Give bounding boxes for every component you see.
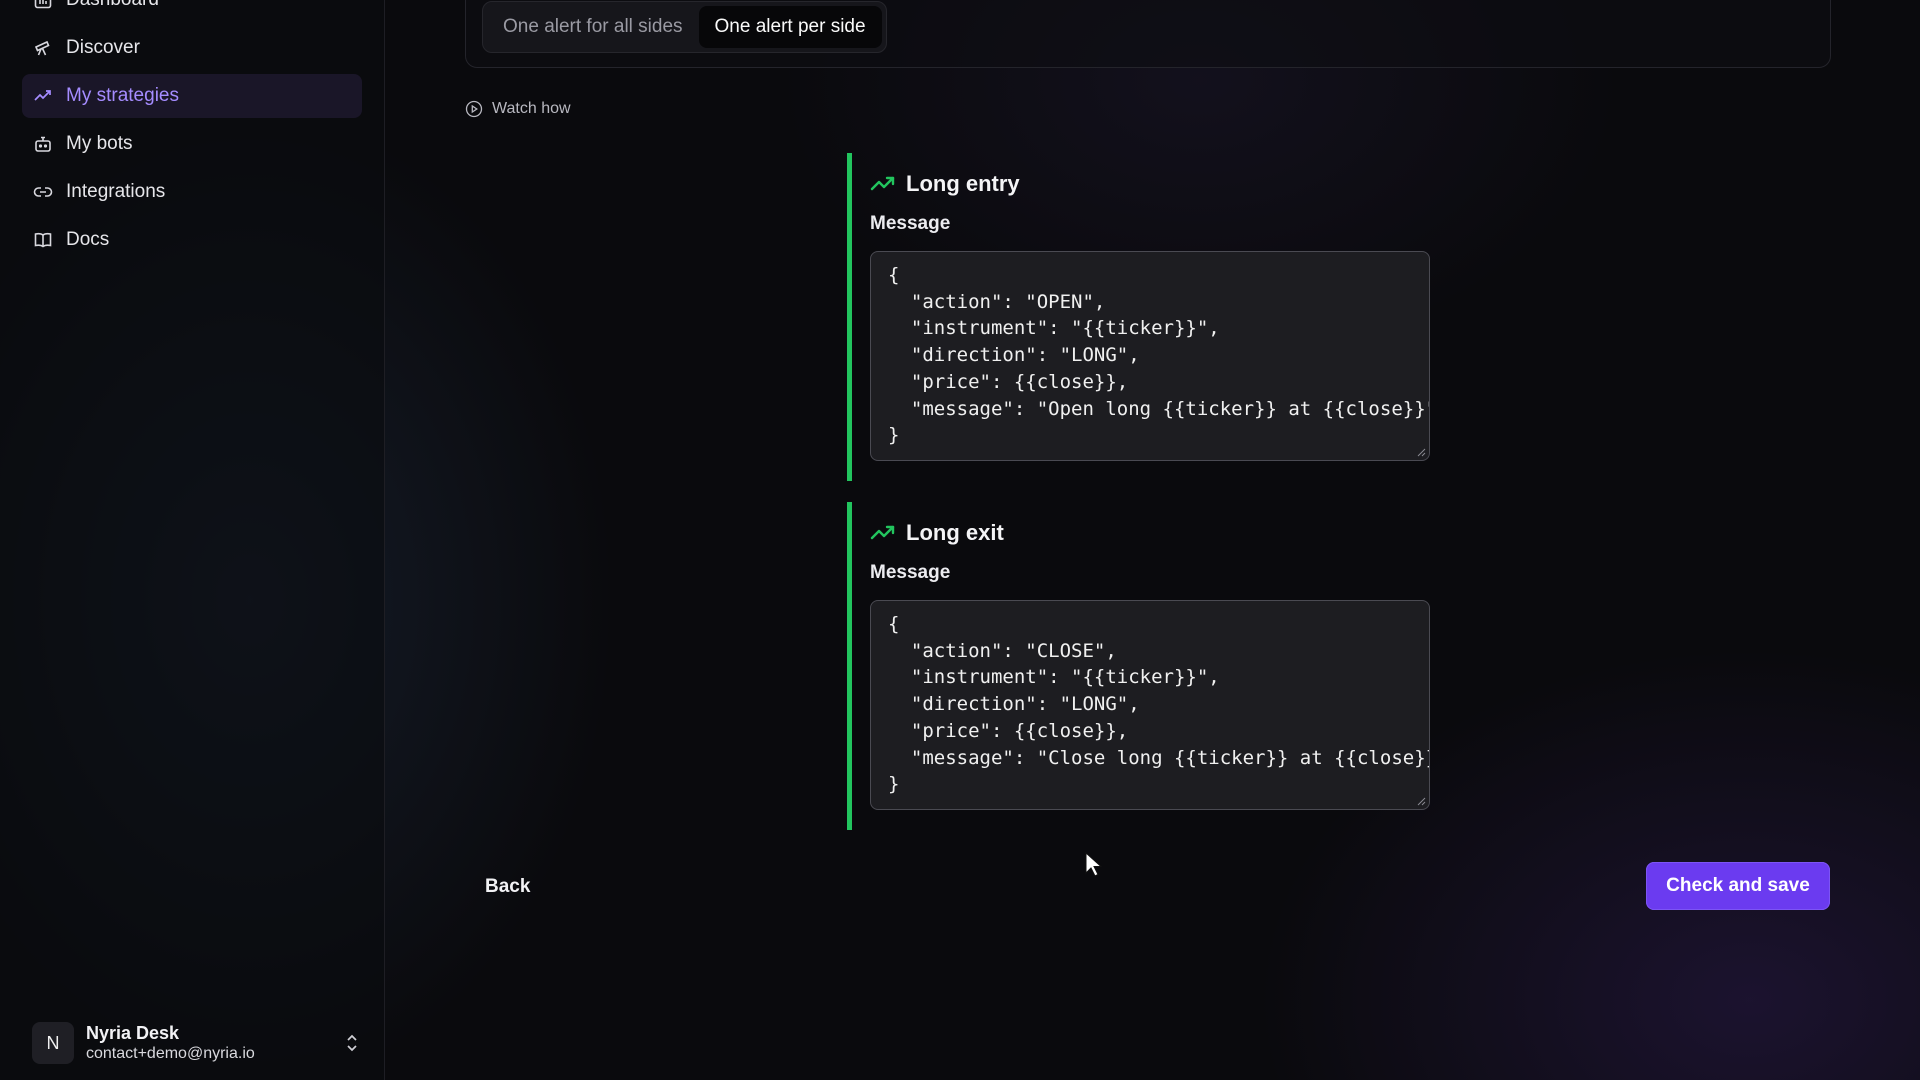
long-exit-block: Long exit Message { "action": "CLOSE", "…	[847, 502, 1450, 830]
main-content: One alert for all sides One alert per si…	[385, 0, 1920, 1080]
sidebar: Dashboard Discover My strategies My bots…	[0, 0, 385, 1080]
long-entry-block: Long entry Message { "action": "OPEN", "…	[847, 153, 1450, 481]
avatar: N	[32, 1022, 74, 1064]
sidebar-item-label: My strategies	[66, 85, 179, 106]
alert-mode-option-per-side[interactable]: One alert per side	[698, 6, 882, 48]
user-email: contact+demo@nyria.io	[86, 1045, 255, 1062]
bar-chart-icon	[32, 0, 54, 11]
sidebar-item-label: Dashboard	[66, 0, 159, 11]
chevrons-up-down-icon[interactable]	[342, 1031, 362, 1055]
resize-handle-icon[interactable]	[1416, 447, 1426, 457]
sidebar-item-label: Discover	[66, 37, 140, 58]
trending-up-icon	[870, 525, 895, 540]
trending-up-icon	[32, 85, 54, 107]
alert-mode-panel: One alert for all sides One alert per si…	[465, 0, 1831, 68]
message-label: Message	[870, 562, 951, 583]
sidebar-item-label: Docs	[66, 229, 110, 250]
resize-handle-icon[interactable]	[1416, 796, 1426, 806]
bot-icon	[32, 133, 54, 155]
user-name: Nyria Desk	[86, 1023, 180, 1043]
sidebar-item-label: Integrations	[66, 181, 166, 202]
sidebar-item-docs[interactable]: Docs	[22, 218, 362, 262]
link-icon	[32, 181, 54, 203]
block-title: Long exit	[906, 520, 1004, 545]
play-circle-icon	[465, 100, 483, 118]
mouse-cursor-icon	[1085, 852, 1103, 877]
watch-how-label: Watch how	[492, 100, 571, 117]
alert-mode-option-all-sides[interactable]: One alert for all sides	[487, 6, 699, 48]
alert-mode-toggle: One alert for all sides One alert per si…	[482, 1, 887, 53]
sidebar-item-my-bots[interactable]: My bots	[22, 122, 362, 166]
sidebar-nav: Dashboard Discover My strategies My bots…	[22, 0, 362, 266]
back-button[interactable]: Back	[485, 870, 530, 904]
telescope-icon	[32, 37, 54, 59]
watch-how-link[interactable]: Watch how	[465, 100, 571, 118]
sidebar-item-discover[interactable]: Discover	[22, 26, 362, 70]
user-account-switcher[interactable]: N Nyria Desk contact+demo@nyria.io	[32, 1021, 362, 1065]
message-textarea[interactable]: { "action": "OPEN", "instrument": "{{tic…	[870, 251, 1430, 461]
sidebar-item-my-strategies[interactable]: My strategies	[22, 74, 362, 118]
book-icon	[32, 229, 54, 251]
sidebar-item-dashboard[interactable]: Dashboard	[22, 0, 362, 22]
sidebar-item-label: My bots	[66, 133, 133, 154]
sidebar-item-integrations[interactable]: Integrations	[22, 170, 362, 214]
check-and-save-button[interactable]: Check and save	[1646, 862, 1830, 910]
message-textarea[interactable]: { "action": "CLOSE", "instrument": "{{ti…	[870, 600, 1430, 810]
trending-up-icon	[870, 176, 895, 191]
message-label: Message	[870, 213, 951, 234]
block-title: Long entry	[906, 171, 1020, 196]
